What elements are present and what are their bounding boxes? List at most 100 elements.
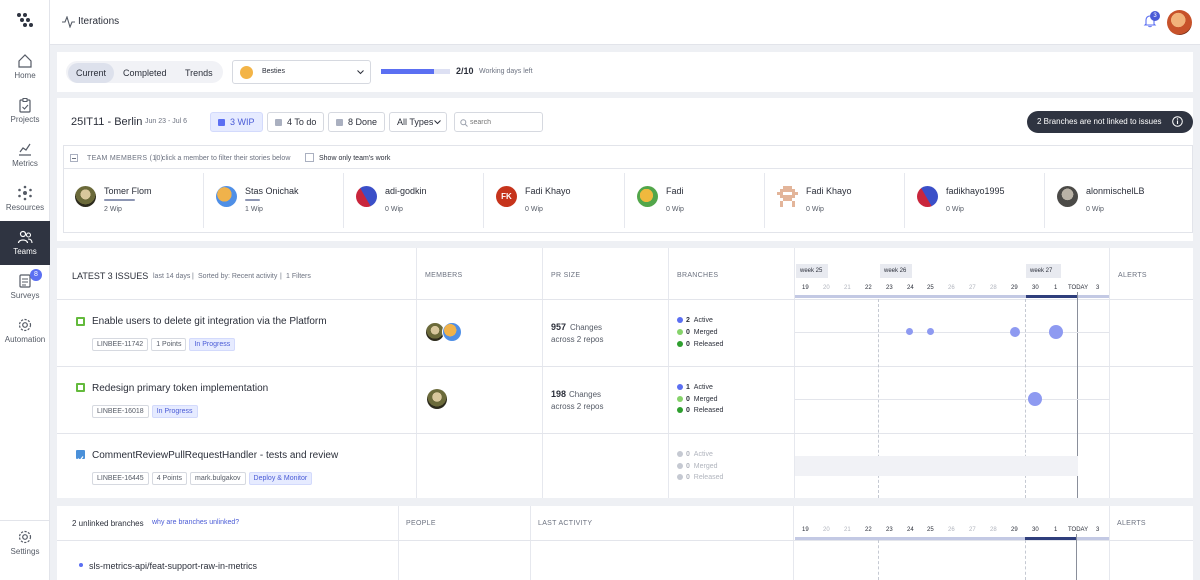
iteration-progress-bar bbox=[381, 69, 450, 74]
team-select-value: Besties bbox=[262, 68, 285, 75]
member-wip: 0 Wip bbox=[1086, 206, 1104, 213]
member-card[interactable]: alonmischelLB 0 Wip bbox=[1045, 173, 1193, 228]
sidebar-item-settings[interactable]: Settings bbox=[0, 529, 50, 571]
issues-filters[interactable]: 1 Filters bbox=[286, 273, 311, 280]
tab-trends[interactable]: Trends bbox=[177, 63, 221, 83]
chart-icon bbox=[19, 143, 31, 156]
progress-value: 2/10 bbox=[456, 66, 474, 76]
timeline-day-label: 30 bbox=[1032, 285, 1039, 291]
type-select[interactable]: All Types bbox=[389, 112, 447, 132]
branch-active: 1 Active bbox=[677, 384, 713, 391]
filter-done[interactable]: 8 Done bbox=[328, 112, 386, 132]
issues-title: LATEST 3 ISSUES bbox=[72, 271, 149, 281]
timeline-day-label: 19 bbox=[802, 285, 809, 291]
member-card[interactable]: fadikhayo1995 0 Wip bbox=[905, 173, 1045, 228]
today-line bbox=[1076, 534, 1077, 580]
member-card[interactable]: Stas Onichak 1 Wip bbox=[204, 173, 344, 228]
search-icon bbox=[460, 119, 468, 127]
col-alerts-header: ALERTS bbox=[1117, 520, 1146, 527]
avatar bbox=[427, 389, 447, 409]
sidebar-item-home[interactable]: Home bbox=[0, 53, 50, 95]
timeline-day-label: 29 bbox=[1011, 285, 1018, 291]
todo-swatch bbox=[275, 119, 282, 126]
member-card[interactable]: Fadi Khayo 0 Wip bbox=[765, 173, 905, 228]
pr-size-value: 198 bbox=[551, 389, 567, 399]
member-wip: 0 Wip bbox=[666, 206, 684, 213]
show-team-work-label: Show only team's work bbox=[319, 155, 391, 162]
timeline-day-label: TODAY bbox=[1068, 285, 1089, 291]
task-checkbox-icon bbox=[76, 450, 85, 462]
filter-label: To do bbox=[294, 117, 317, 127]
issue-tags: LINBEE-16445 4 Points mark.bulgakov Deploy … bbox=[92, 467, 315, 485]
notifications-button[interactable]: 3 bbox=[1143, 11, 1160, 30]
search-input[interactable] bbox=[470, 116, 540, 128]
divider-bar: | bbox=[192, 273, 195, 280]
issue-tags: LINBEE-16018 In Progress bbox=[92, 400, 201, 418]
member-card[interactable]: Fadi 0 Wip bbox=[625, 173, 765, 228]
branch-merged: 0 Merged bbox=[677, 396, 718, 403]
branch-merged: 0 Merged bbox=[677, 463, 718, 470]
filter-wip[interactable]: 3 WIP bbox=[210, 112, 263, 132]
user-avatar[interactable] bbox=[1167, 10, 1192, 35]
pr-size-repos: across 2 repos bbox=[551, 335, 604, 344]
unlinked-branches-alert-button[interactable]: 2 Branches are not linked to issues bbox=[1027, 111, 1193, 133]
activity-dot[interactable] bbox=[906, 328, 913, 335]
col-activity-header: LAST ACTIVITY bbox=[538, 520, 593, 527]
filter-count: 3 bbox=[230, 117, 236, 127]
branch-name[interactable]: sls-metrics-api/feat-support-raw-in-metr… bbox=[89, 561, 257, 571]
member-wip: 0 Wip bbox=[946, 206, 964, 213]
timeline-day-label: 24 bbox=[907, 285, 914, 291]
show-team-work-checkbox[interactable] bbox=[305, 153, 314, 162]
sidebar-item-metrics[interactable]: Metrics bbox=[0, 141, 50, 183]
divider-bar: | bbox=[155, 155, 158, 162]
sidebar-item-teams[interactable]: Teams bbox=[0, 221, 50, 265]
week-label: week 25 bbox=[796, 264, 828, 278]
timeline-day-label: 3 bbox=[1096, 527, 1100, 533]
issue-title[interactable]: Redesign primary token implementation bbox=[92, 383, 268, 394]
sidebar-item-label: Home bbox=[14, 71, 36, 80]
member-name: adi-godkin bbox=[385, 186, 427, 196]
table-header-divider bbox=[57, 540, 1193, 541]
progress-caption: Working days left bbox=[479, 68, 533, 75]
issue-title[interactable]: Enable users to delete git integration v… bbox=[92, 316, 327, 327]
week-label-text: week 25 bbox=[800, 268, 823, 274]
member-card[interactable]: FK Fadi Khayo 0 Wip bbox=[484, 173, 625, 228]
avatar bbox=[1057, 186, 1078, 207]
story-icon bbox=[76, 317, 85, 326]
issue-title[interactable]: CommentReviewPullRequestHandler - tests … bbox=[92, 450, 338, 461]
story-icon bbox=[76, 383, 85, 392]
sidebar-item-surveys[interactable]: Surveys 8 bbox=[0, 269, 50, 315]
tab-current[interactable]: Current bbox=[68, 63, 115, 83]
member-wip: 0 Wip bbox=[525, 206, 543, 213]
branch-dot bbox=[79, 563, 83, 567]
tab-completed[interactable]: Completed bbox=[115, 63, 175, 83]
table-row[interactable] bbox=[57, 367, 1193, 433]
filter-count: 8 bbox=[348, 117, 354, 127]
activity-dot[interactable] bbox=[1010, 327, 1020, 337]
col-members-header: MEMBERS bbox=[425, 272, 463, 279]
sidebar-item-label: Resources bbox=[5, 203, 45, 212]
app-logo[interactable] bbox=[16, 12, 34, 28]
issues-sort[interactable]: Sorted by: Recent activity bbox=[198, 273, 277, 280]
timeline-day-label: 21 bbox=[844, 527, 851, 533]
team-select[interactable]: Besties bbox=[232, 60, 371, 84]
activity-dot[interactable] bbox=[1028, 392, 1042, 406]
member-card[interactable]: adi-godkin 0 Wip bbox=[344, 173, 484, 228]
activity-dot[interactable] bbox=[1049, 325, 1063, 339]
timeline-day-label: 1 bbox=[1054, 527, 1058, 533]
top-bar: Iterations 3 bbox=[50, 0, 1200, 45]
unlinked-help-link[interactable]: why are branches unlinked? bbox=[152, 519, 239, 526]
member-name: Tomer Flom bbox=[104, 186, 152, 196]
issue-assignee: mark.bulgakov bbox=[190, 472, 246, 485]
branch-released: 0 Released bbox=[677, 474, 723, 481]
activity-dot[interactable] bbox=[927, 328, 934, 335]
sidebar-item-automation[interactable]: Automation bbox=[0, 317, 50, 359]
minus-icon bbox=[72, 158, 76, 159]
sidebar-item-projects[interactable]: Projects bbox=[0, 97, 50, 139]
avatar: FK bbox=[496, 186, 517, 207]
filter-todo[interactable]: 4 To do bbox=[267, 112, 325, 132]
member-card[interactable]: Tomer Flom 2 Wip bbox=[63, 173, 204, 228]
filter-count: 4 bbox=[287, 117, 293, 127]
issue-key: LINBEE-11742 bbox=[92, 338, 149, 351]
collapse-toggle[interactable] bbox=[70, 154, 78, 162]
